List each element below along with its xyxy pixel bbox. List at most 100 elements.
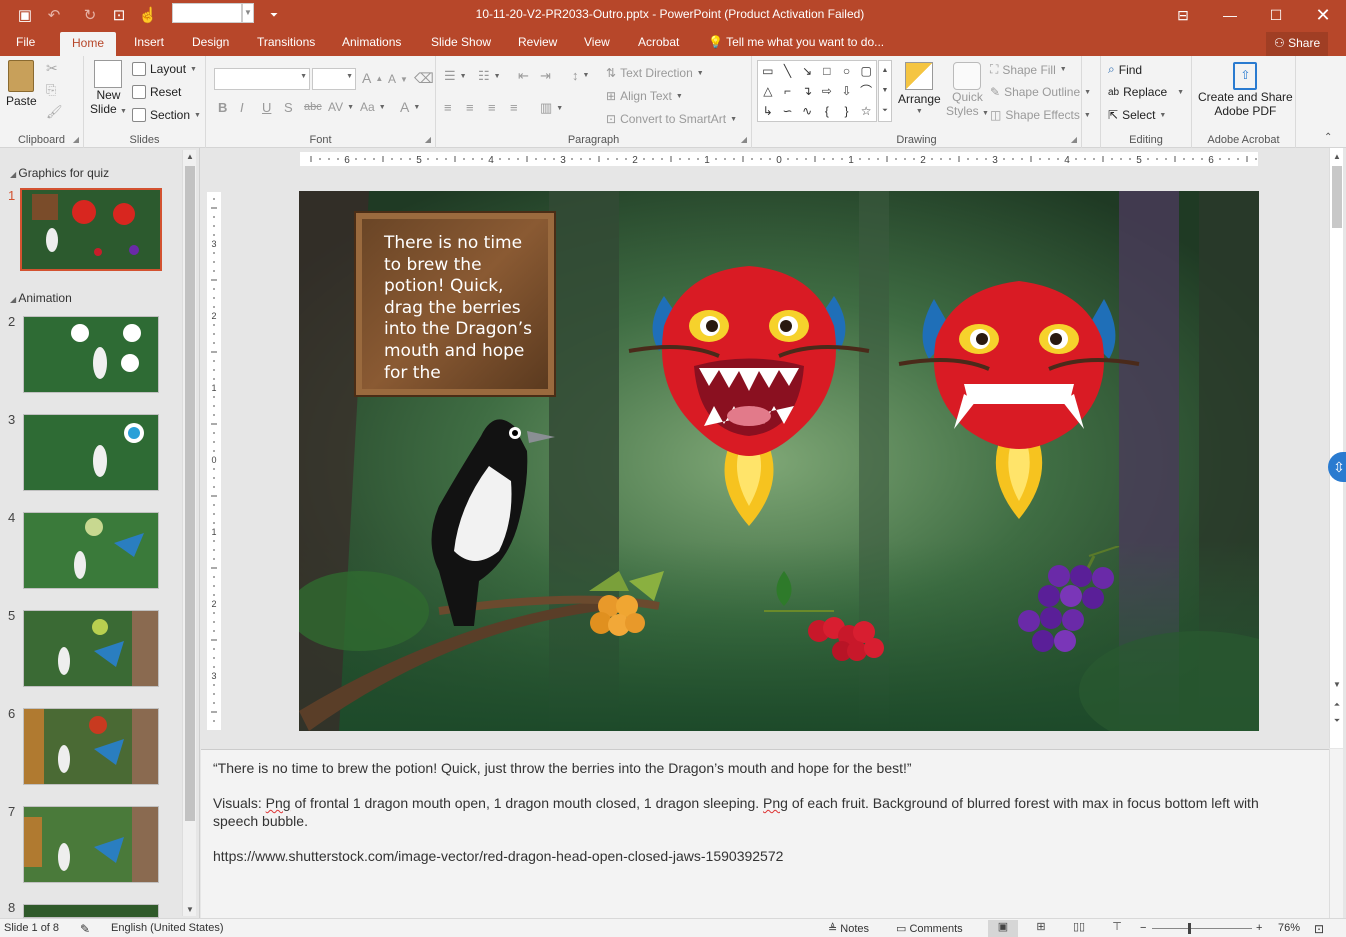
shapes-gallery-scroll[interactable]: ▲ ▼ ⏷ xyxy=(878,60,892,122)
tab-slide-show[interactable]: Slide Show xyxy=(431,35,491,49)
zoom-slider-thumb[interactable] xyxy=(1188,923,1191,934)
maximize-button[interactable]: ☐ xyxy=(1253,0,1299,30)
minimize-button[interactable]: — xyxy=(1207,0,1253,30)
notes-button[interactable]: ≜ Notes xyxy=(828,922,869,935)
customize-quick-access-icon[interactable]: ⏷ xyxy=(266,4,282,26)
bold-button[interactable]: B xyxy=(218,100,227,115)
curve-shape-icon[interactable]: ⌒ xyxy=(856,81,876,101)
format-painter-icon[interactable]: 🖌 xyxy=(46,104,63,120)
rounded-rect-shape-icon[interactable]: ▢ xyxy=(856,61,876,81)
zoom-slider-track[interactable] xyxy=(1152,928,1252,929)
dragon-head-open-mouth-image[interactable] xyxy=(624,256,874,536)
curved-shape-icon[interactable]: ∽ xyxy=(778,101,798,121)
replace-button[interactable]: ab Replace ▼ xyxy=(1108,85,1184,99)
tab-transitions[interactable]: Transitions xyxy=(257,35,315,49)
brace-left-shape-icon[interactable]: { xyxy=(817,101,837,121)
slide-thumbnail-2[interactable] xyxy=(23,316,159,393)
ribbon-display-icon[interactable]: ⊟ xyxy=(1160,0,1206,30)
right-arrow-shape-icon[interactable]: ⇨ xyxy=(817,81,837,101)
slide-thumbnail-6[interactable] xyxy=(23,708,159,785)
columns-icon[interactable]: ▥ ▼ xyxy=(540,100,563,116)
bullets-icon[interactable]: ☰ ▼ xyxy=(444,68,467,84)
scroll-down-icon[interactable]: ▼ xyxy=(1330,680,1344,689)
cut-icon[interactable]: ✂ xyxy=(46,60,58,77)
section-graphics-for-quiz[interactable]: ◢ Graphics for quiz xyxy=(10,166,109,180)
numbering-icon[interactable]: ☷ ▼ xyxy=(478,68,501,84)
rectangle-shape-icon[interactable]: □ xyxy=(817,61,837,81)
slide-canvas[interactable]: There is no time to brew the potion! Qui… xyxy=(299,191,1259,731)
create-share-pdf-button[interactable]: ⇧ Create and Share Adobe PDF xyxy=(1198,62,1293,118)
shadow-button[interactable]: S xyxy=(284,100,293,115)
clipboard-launcher-icon[interactable]: ◢ xyxy=(73,135,79,144)
collapse-ribbon-icon[interactable]: ⌃ xyxy=(1324,132,1332,143)
paragraph-launcher-icon[interactable]: ◢ xyxy=(741,135,747,144)
tab-insert[interactable]: Insert xyxy=(134,35,164,49)
increase-indent-icon[interactable]: ⇥ xyxy=(540,68,551,84)
red-berries-image[interactable] xyxy=(754,566,904,666)
spelling-icon[interactable]: ✎ xyxy=(80,922,90,936)
textbox-shape-icon[interactable]: ▭ xyxy=(758,61,778,81)
arrange-button[interactable]: Arrange ▼ xyxy=(898,62,941,115)
slide-scroll-thumb[interactable] xyxy=(1332,166,1342,228)
tab-design[interactable]: Design xyxy=(192,35,229,49)
copy-icon[interactable]: ⎘ xyxy=(46,82,56,98)
section-animation[interactable]: ◢ Animation xyxy=(10,291,72,305)
zoom-level[interactable]: 76% xyxy=(1278,922,1300,934)
bent-line-shape-icon[interactable]: ↳ xyxy=(758,101,778,121)
font-size-combo[interactable]: ▼ xyxy=(312,68,356,90)
change-case-button[interactable]: Aa ▼ xyxy=(360,100,386,114)
share-button[interactable]: ⚇ Share xyxy=(1266,32,1329,56)
dragon-head-closed-mouth-image[interactable] xyxy=(894,279,1144,524)
tab-home[interactable]: Home xyxy=(60,32,117,56)
font-name-combo[interactable]: ▼ xyxy=(214,68,310,90)
shapes-gallery[interactable]: ▭ ╲ ↘ □ ○ ▢ △ ⌐ ↴ ⇨ ⇩ ⌒ ↳ ∽ ∿{} ☆ xyxy=(757,60,877,122)
quick-access-combo[interactable] xyxy=(172,3,242,23)
save-icon[interactable]: ▣ xyxy=(14,4,36,26)
normal-view-icon[interactable]: ▣ xyxy=(988,920,1018,937)
orange-berries-image[interactable] xyxy=(569,561,674,661)
character-spacing-button[interactable]: AV ▼ xyxy=(328,100,354,114)
elbow-shape-icon[interactable]: ⌐ xyxy=(778,81,798,101)
thumbnail-scroll-thumb[interactable] xyxy=(185,166,195,821)
redo-icon[interactable]: ↻ xyxy=(80,4,100,26)
justify-icon[interactable]: ≡ xyxy=(510,100,518,115)
tab-acrobat[interactable]: Acrobat xyxy=(638,35,679,49)
undo-icon[interactable]: ↶ xyxy=(42,4,66,26)
select-button[interactable]: ⇱ Select ▼ xyxy=(1108,108,1166,122)
close-button[interactable]: ✕ xyxy=(1300,0,1346,30)
slide-thumbnail-8[interactable] xyxy=(23,904,159,918)
combo-dropdown-icon[interactable]: ▼ xyxy=(242,3,254,23)
shape-effects-button[interactable]: ◫ Shape Effects ▼ xyxy=(990,108,1091,122)
connector-shape-icon[interactable]: ↴ xyxy=(797,81,817,101)
reading-view-icon[interactable]: ▯▯ xyxy=(1064,920,1094,937)
tell-me-box[interactable]: 💡 Tell me what you want to do... xyxy=(708,35,884,49)
shape-outline-button[interactable]: ✎ Shape Outline ▼ xyxy=(990,85,1091,99)
touch-mode-icon[interactable]: ☝ xyxy=(136,4,160,26)
slide-thumbnail-5[interactable] xyxy=(23,610,159,687)
slide-thumbnail-7[interactable] xyxy=(23,806,159,883)
magpie-bird-image[interactable] xyxy=(419,411,569,631)
new-slide-button[interactable]: New Slide ▼ xyxy=(90,60,127,116)
reset-button[interactable]: Reset xyxy=(132,85,181,99)
comments-button[interactable]: ▭ Comments xyxy=(896,922,963,935)
grow-font-icon[interactable]: A ▲ xyxy=(362,70,383,86)
align-right-icon[interactable]: ≡ xyxy=(488,100,496,115)
tab-animations[interactable]: Animations xyxy=(342,35,401,49)
triangle-shape-icon[interactable]: △ xyxy=(758,81,778,101)
presenter-icon[interactable]: ⊡ xyxy=(108,4,130,26)
slideshow-view-icon[interactable]: ⊤ xyxy=(1102,920,1132,937)
convert-smartart-button[interactable]: ⊡ Convert to SmartArt ▼ xyxy=(606,112,737,126)
font-color-button[interactable]: A ▼ xyxy=(400,99,420,115)
align-text-button[interactable]: ⊞ Align Text ▼ xyxy=(606,89,683,103)
slide-sorter-icon[interactable]: ⊞ xyxy=(1026,920,1056,937)
fit-slide-icon[interactable]: ⊡ xyxy=(1314,922,1324,936)
tab-file[interactable]: File xyxy=(16,35,35,49)
notes-pane[interactable]: “There is no time to brew the potion! Qu… xyxy=(201,749,1329,918)
font-launcher-icon[interactable]: ◢ xyxy=(425,135,431,144)
notes-scrollbar[interactable] xyxy=(1329,749,1343,918)
tab-review[interactable]: Review xyxy=(518,35,557,49)
scroll-down-icon[interactable]: ▼ xyxy=(183,905,197,914)
arrow-shape-icon[interactable]: ↘ xyxy=(797,61,817,81)
drawing-launcher-icon[interactable]: ◢ xyxy=(1071,135,1077,144)
tab-view[interactable]: View xyxy=(584,35,610,49)
